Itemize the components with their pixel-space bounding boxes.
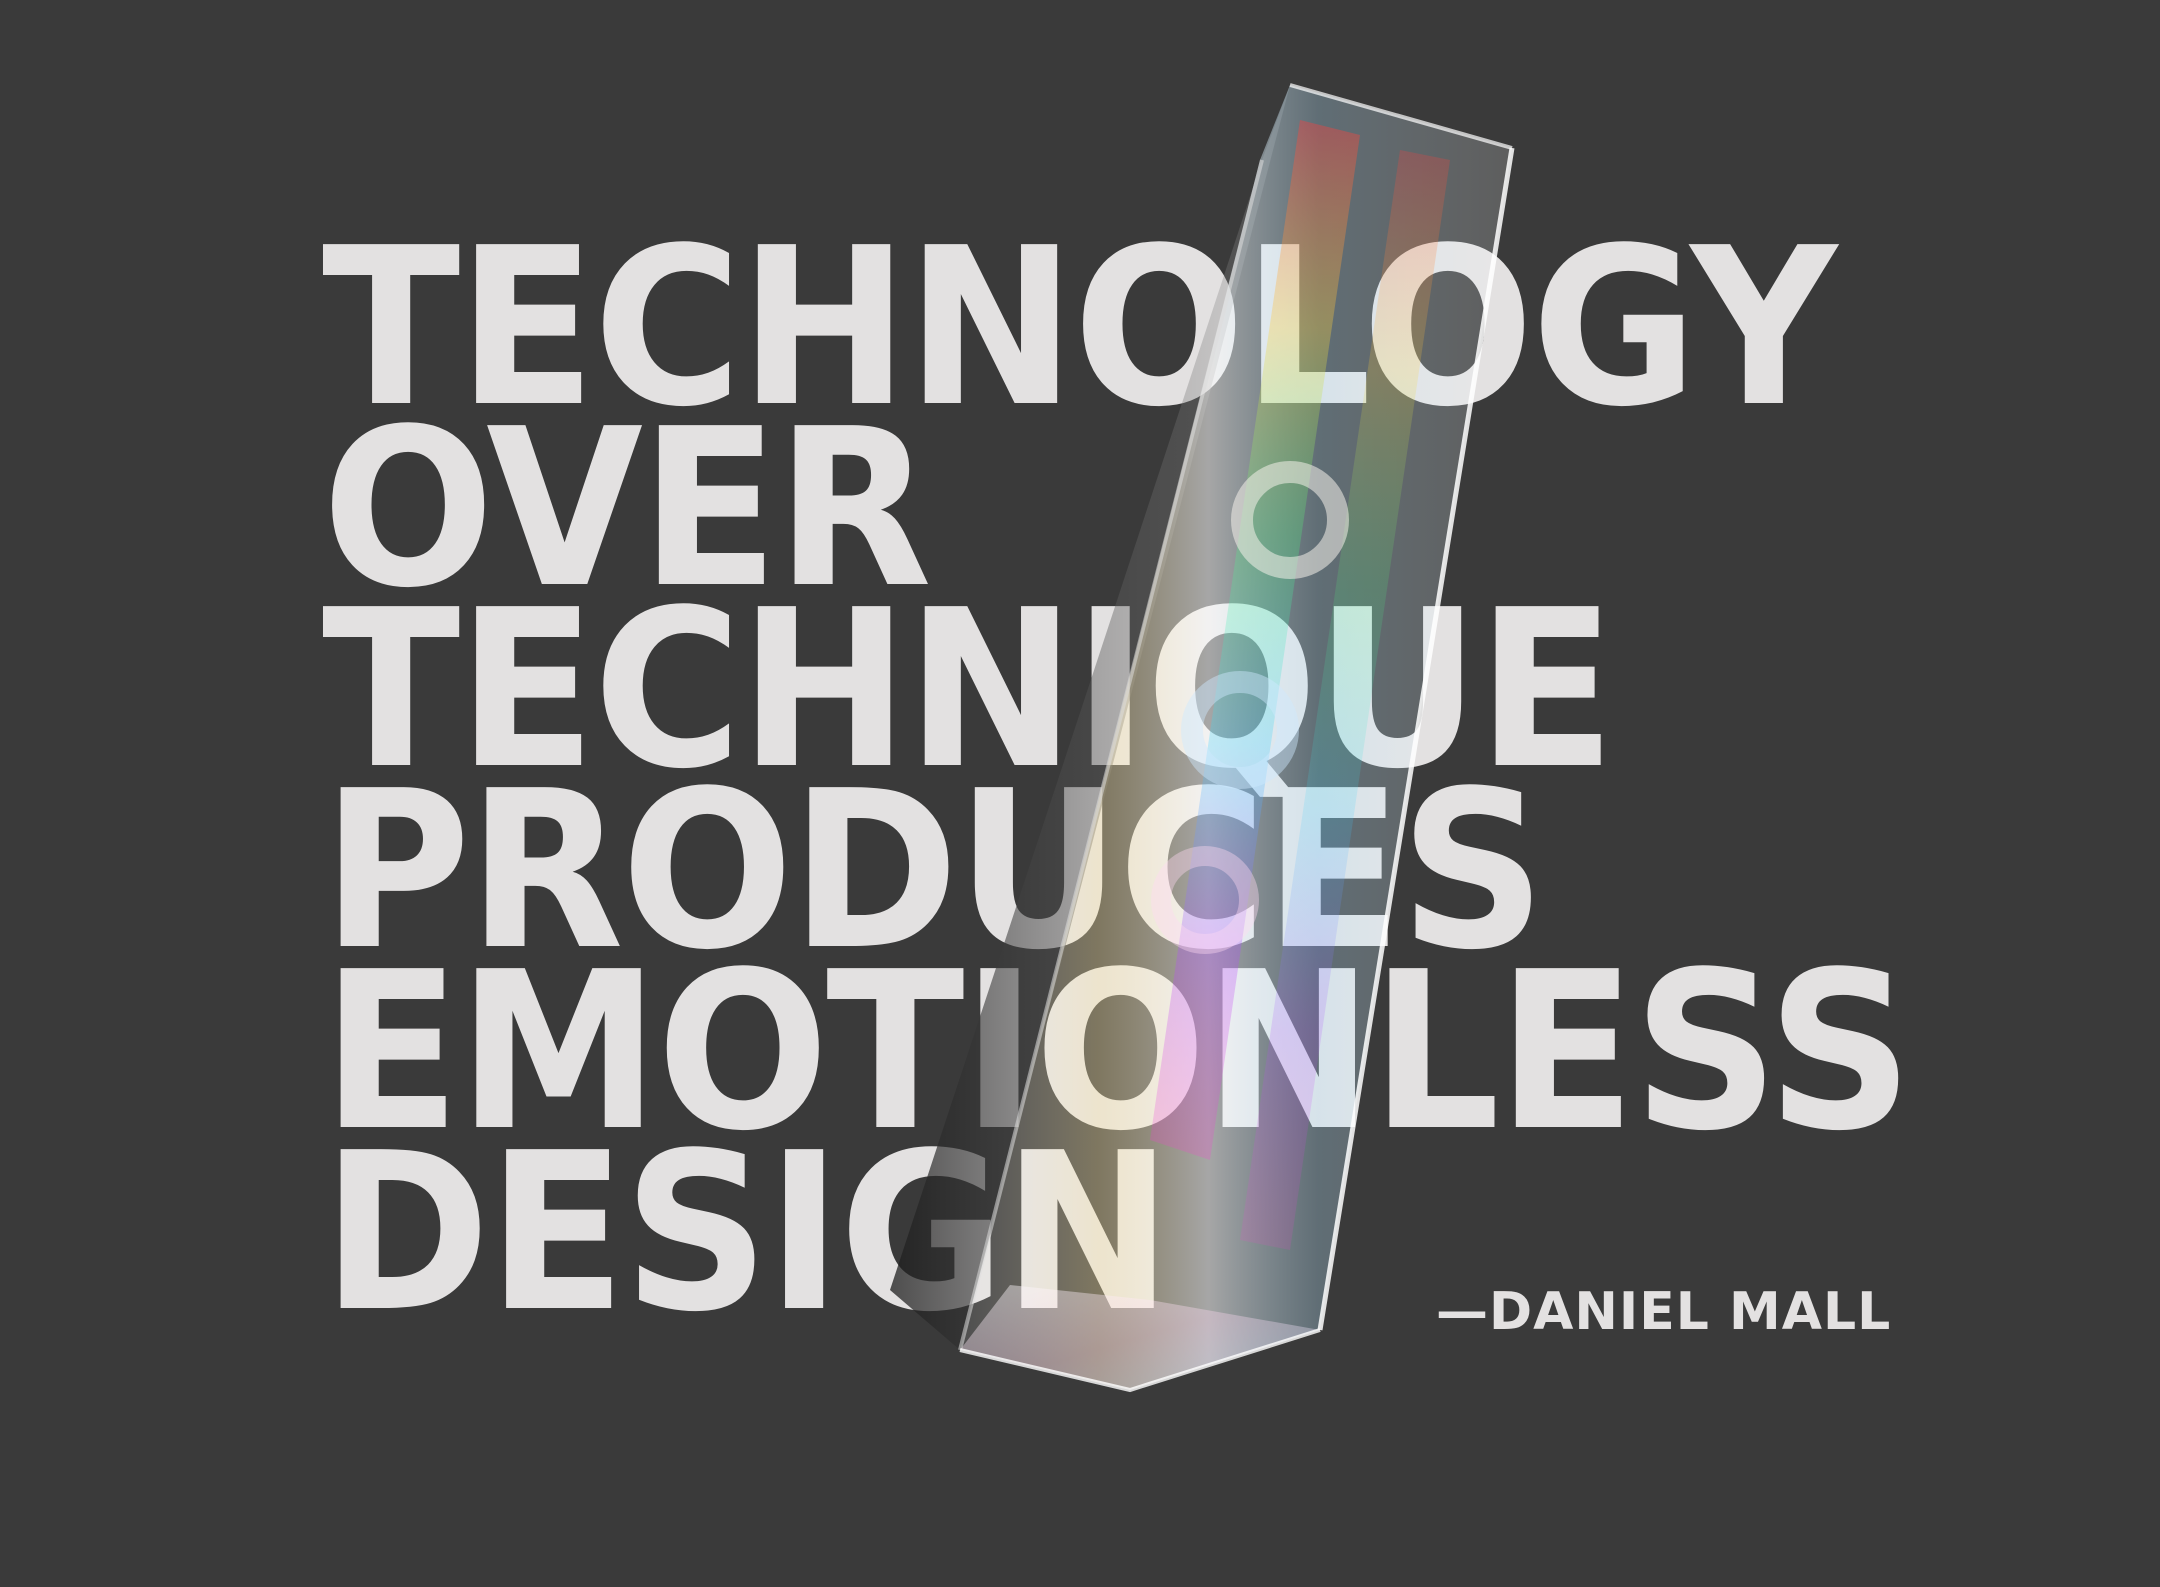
quote-text: TECHNOLOGY OVER TECHNIQUE PRODUCES EMOTI… (322, 220, 2030, 1343)
poster-canvas: TECHNOLOGY OVER TECHNIQUE PRODUCES EMOTI… (0, 0, 2160, 1587)
quote-attribution: —DANIEL MALL (1436, 1282, 1892, 1342)
